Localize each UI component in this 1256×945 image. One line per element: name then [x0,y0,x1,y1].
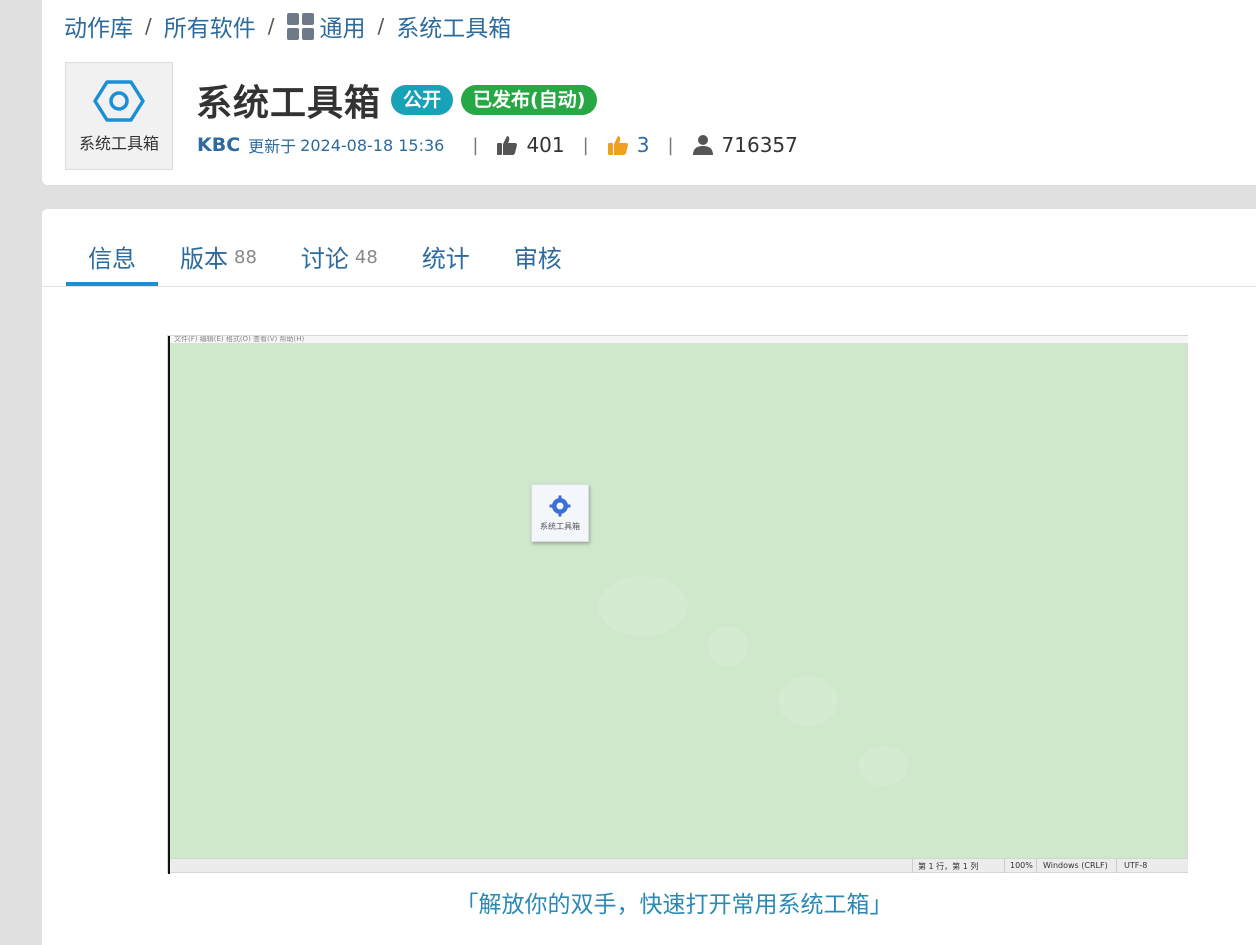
breadcrumb-separator: / [377,14,385,38]
preview-app-card-label: 系统工具箱 [540,521,580,531]
thumbs-up-orange-icon [607,136,628,155]
gear-icon [549,495,571,516]
breadcrumb: 动作库 / 所有软件 / 通用 / 系统工具箱 [64,10,511,42]
gear-icon [93,80,145,122]
app-logo-label: 系统工具箱 [78,134,159,153]
status-position: 第 1 行，第 1 列 [918,862,979,871]
tab-bar: 信息 版本 88 讨论 48 统计 审核 [66,239,584,287]
tab-discussion[interactable]: 讨论 48 [279,239,400,286]
meta-divider: | [472,134,479,156]
tab-versions-count: 88 [234,247,257,268]
status-line-ending: Windows (CRLF) [1043,861,1108,870]
meta-row: KBC 更新于 2024-08-18 15:36 | 401 | 3 | 716… [197,130,798,160]
preview-background-blob [708,626,748,666]
tab-info-label: 信息 [88,245,136,273]
preview-caption: 「解放你的双手，快速打开常用系统工箱」 [455,892,893,918]
preview-app-card: 系统工具箱 [531,484,589,542]
meta-divider: | [582,134,589,156]
preview-background-blob [778,676,838,726]
title-row: 系统工具箱 公开 已发布(自动) [196,74,598,126]
breadcrumb-item-all-software[interactable]: 所有软件 [164,9,256,43]
like-stat[interactable]: 401 [496,133,565,157]
tab-review[interactable]: 审核 [492,239,584,286]
tab-info[interactable]: 信息 [66,239,158,286]
user-stat: 716357 [692,133,798,157]
tab-discussion-label: 讨论 [300,245,349,273]
status-separator [1116,859,1117,873]
preview-status-bar: 第 1 行，第 1 列 100% Windows (CRLF) UTF-8 [170,858,1188,873]
breadcrumb-separator: / [145,14,152,38]
app-logo: 系统工具箱 [65,62,173,170]
preview-screenshot: 文件(F) 编辑(E) 格式(O) 查看(V) 帮助(H) 系统工具箱 第 1 … [167,335,1188,874]
status-zoom: 100% [1010,861,1033,870]
breadcrumb-separator: / [267,14,275,38]
status-separator [1036,859,1037,873]
like-count: 401 [526,133,565,157]
published-badge: 已发布(自动) [461,85,598,115]
breadcrumb-item-current[interactable]: 系统工具箱 [396,9,511,43]
updated-prefix: 更新于 [248,137,297,156]
tab-statistics-label: 统计 [421,245,470,273]
updated-time: 2024-08-18 15:36 [300,135,445,155]
tab-divider [42,286,1256,287]
preview-background-blob [598,576,688,636]
tab-review-label: 审核 [513,245,562,273]
thumbs-up-icon [497,136,518,155]
tab-discussion-count: 48 [354,247,378,268]
status-encoding: UTF-8 [1124,861,1148,870]
preview-menubar: 文件(F) 编辑(E) 格式(O) 查看(V) 帮助(H) [170,336,1188,343]
status-separator [912,859,913,873]
breadcrumb-item-general[interactable]: 通用 [286,9,366,43]
dislike-stat[interactable]: 3 [607,133,650,157]
category-grid-icon [286,12,314,40]
page-title: 系统工具箱 [196,83,382,124]
status-separator [1004,859,1005,873]
breadcrumb-item-action-library[interactable]: 动作库 [64,9,133,43]
author-link[interactable]: KBC [197,134,240,156]
meta-divider: | [667,134,674,156]
app-header-card: 动作库 / 所有软件 / 通用 / 系统工具箱 系统工具箱 系统工具箱 公开 已… [42,0,1256,185]
tab-statistics[interactable]: 统计 [400,239,492,286]
user-count: 716357 [721,133,798,157]
breadcrumb-item-general-label: 通用 [319,16,366,42]
preview-left-edge [168,336,170,874]
user-icon [692,135,713,155]
public-badge: 公开 [391,85,454,115]
dislike-count: 3 [636,133,650,157]
preview-background-blob [858,746,908,786]
tab-versions[interactable]: 版本 88 [158,239,279,286]
content-card: 信息 版本 88 讨论 48 统计 审核 文件(F) 编辑(E) 格式(O) 查… [42,209,1256,945]
tab-versions-label: 版本 [180,245,228,273]
